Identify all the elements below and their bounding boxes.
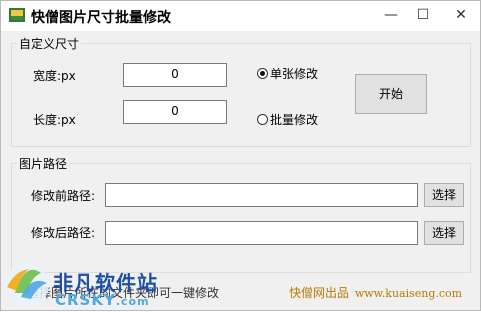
before-browse-button[interactable]: 选择 [424,183,464,207]
watermark-suffix: .com [115,295,150,308]
path-group-legend: 图片路径 [17,155,70,172]
maximize-button[interactable]: ☐ [406,1,440,31]
before-path-input[interactable] [105,183,418,207]
single-mode-radio[interactable]: 单张修改 [257,65,318,82]
minimize-button[interactable]: — [374,1,408,31]
start-button[interactable]: 开始 [355,74,427,114]
batch-mode-radio[interactable]: 批量修改 [257,111,318,128]
size-group-legend: 自定义尺寸 [17,35,82,52]
batch-mode-label: 批量修改 [270,113,319,127]
footer-url[interactable]: www.kuaiseng.com [355,287,462,300]
app-window: 快僧图片尺寸批量修改 — ☐ ✕ 自定义尺寸 宽度:px 0 长度:px 0 单… [0,0,481,311]
after-path-input[interactable] [105,221,418,245]
app-icon [9,8,25,22]
radio-unchecked-icon [257,114,268,125]
title-bar: 快僧图片尺寸批量修改 — ☐ ✕ [1,1,480,31]
single-mode-label: 单张修改 [270,67,319,81]
after-path-label: 修改后路径: [31,226,96,240]
height-label: 长度:px [33,113,76,127]
window-title: 快僧图片尺寸批量修改 [31,10,171,26]
height-input[interactable]: 0 [123,100,227,124]
close-button[interactable]: ✕ [444,1,478,31]
after-browse-button[interactable]: 选择 [424,221,464,245]
width-label: 宽度:px [33,69,76,83]
footer-brand: 快僧网出品 [289,286,350,300]
watermark-en: CRSKY.com [55,291,150,309]
footer-credit: 快僧网出品 www.kuaiseng.com [289,284,462,301]
radio-checked-icon [257,68,268,79]
width-input[interactable]: 0 [123,63,227,87]
watermark-en-text: CRSKY [55,291,116,309]
before-path-label: 修改前路径: [31,189,96,203]
